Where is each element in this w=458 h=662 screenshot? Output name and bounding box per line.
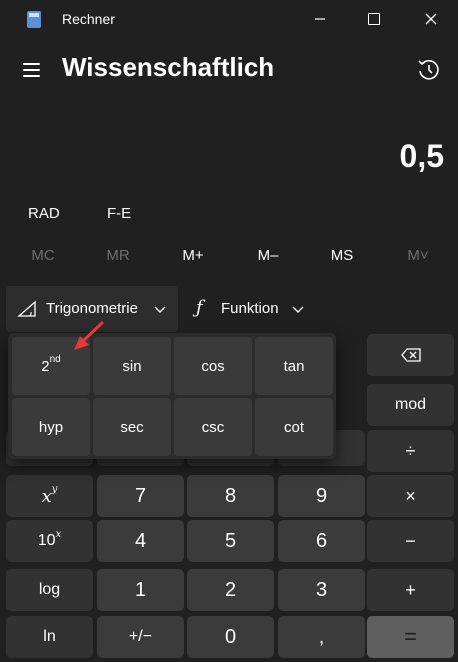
trigonometry-flyout: 2nd sin cos tan hyp sec csc cot <box>8 333 336 459</box>
sec-button[interactable]: sec <box>93 398 171 456</box>
result-display: 0,5 <box>399 138 444 174</box>
digit-4-button[interactable]: 4 <box>97 520 184 562</box>
minimize-button[interactable] <box>297 6 343 32</box>
ln-button[interactable]: ln <box>6 616 93 658</box>
mod-button[interactable]: mod <box>367 384 454 426</box>
cot-button[interactable]: cot <box>255 398 333 456</box>
memory-clear-button[interactable]: MC <box>13 240 73 272</box>
calculator-window: Rechner Wissenschaftlich 0,5 RAD F-E MC … <box>0 0 458 662</box>
digit-6-button[interactable]: 6 <box>278 520 365 562</box>
angle-mode-button[interactable]: RAD <box>28 198 60 230</box>
function-dropdown[interactable]: ƒ Funktion <box>186 286 326 332</box>
mode-title: Wissenschaftlich <box>62 52 275 82</box>
red-arrow-annotation <box>74 321 104 350</box>
digit-3-button[interactable]: 3 <box>278 569 365 611</box>
csc-button[interactable]: csc <box>174 398 252 456</box>
equals-button[interactable]: = <box>367 616 454 658</box>
second-base: 2 <box>41 357 50 375</box>
backspace-icon <box>400 348 421 362</box>
history-icon <box>418 59 439 80</box>
digit-9-button[interactable]: 9 <box>278 475 365 517</box>
minus-button[interactable]: − <box>367 520 454 562</box>
memory-list-button[interactable]: M˅ <box>388 240 448 272</box>
digit-8-button[interactable]: 8 <box>187 475 274 517</box>
negate-button[interactable]: +/− <box>97 616 184 658</box>
chevron-down-icon <box>292 306 304 313</box>
function-label: Funktion <box>221 300 279 317</box>
log-button[interactable]: log <box>6 569 93 611</box>
ten-power-button[interactable]: 10 x <box>6 520 93 562</box>
ten-power-base: 10 <box>37 532 56 549</box>
hamburger-menu-button[interactable] <box>20 58 44 82</box>
history-button[interactable] <box>414 55 444 85</box>
memory-add-button[interactable]: M+ <box>163 240 223 272</box>
hyp-button[interactable]: hyp <box>12 398 90 456</box>
digit-1-button[interactable]: 1 <box>97 569 184 611</box>
digit-2-button[interactable]: 2 <box>187 569 274 611</box>
calculator-app-icon <box>27 11 41 28</box>
decimal-comma-button[interactable]: , <box>278 616 365 658</box>
digit-7-button[interactable]: 7 <box>97 475 184 517</box>
tan-button[interactable]: tan <box>255 337 333 395</box>
function-icon: ƒ <box>196 297 203 318</box>
close-button[interactable] <box>408 6 454 32</box>
triangle-ruler-icon <box>17 300 36 317</box>
window-title: Rechner <box>62 11 115 27</box>
close-icon <box>425 13 437 25</box>
digit-0-button[interactable]: 0 <box>187 616 274 658</box>
digit-5-button[interactable]: 5 <box>187 520 274 562</box>
power-base: x <box>41 485 52 507</box>
memory-subtract-button[interactable]: M– <box>238 240 298 272</box>
memory-recall-button[interactable]: MR <box>88 240 148 272</box>
power-exponent: y <box>51 483 58 495</box>
trigonometry-label: Trigonometrie <box>46 300 138 317</box>
ten-power-exponent: x <box>55 528 62 540</box>
power-button[interactable]: xy <box>6 475 93 517</box>
divide-button[interactable]: ÷ <box>367 430 454 472</box>
maximize-icon <box>368 13 380 25</box>
fe-button[interactable]: F-E <box>107 198 131 230</box>
plus-button[interactable]: + <box>367 569 454 611</box>
memory-row: MC MR M+ M– MS M˅ <box>0 240 458 272</box>
chevron-down-icon <box>154 306 166 313</box>
title-bar: Rechner <box>0 0 458 38</box>
multiply-button[interactable]: × <box>367 475 454 517</box>
maximize-button[interactable] <box>351 6 397 32</box>
backspace-button[interactable] <box>367 334 454 376</box>
memory-store-button[interactable]: MS <box>312 240 372 272</box>
cos-button[interactable]: cos <box>174 337 252 395</box>
second-superscript: nd <box>49 353 61 365</box>
minimize-icon <box>315 18 325 20</box>
